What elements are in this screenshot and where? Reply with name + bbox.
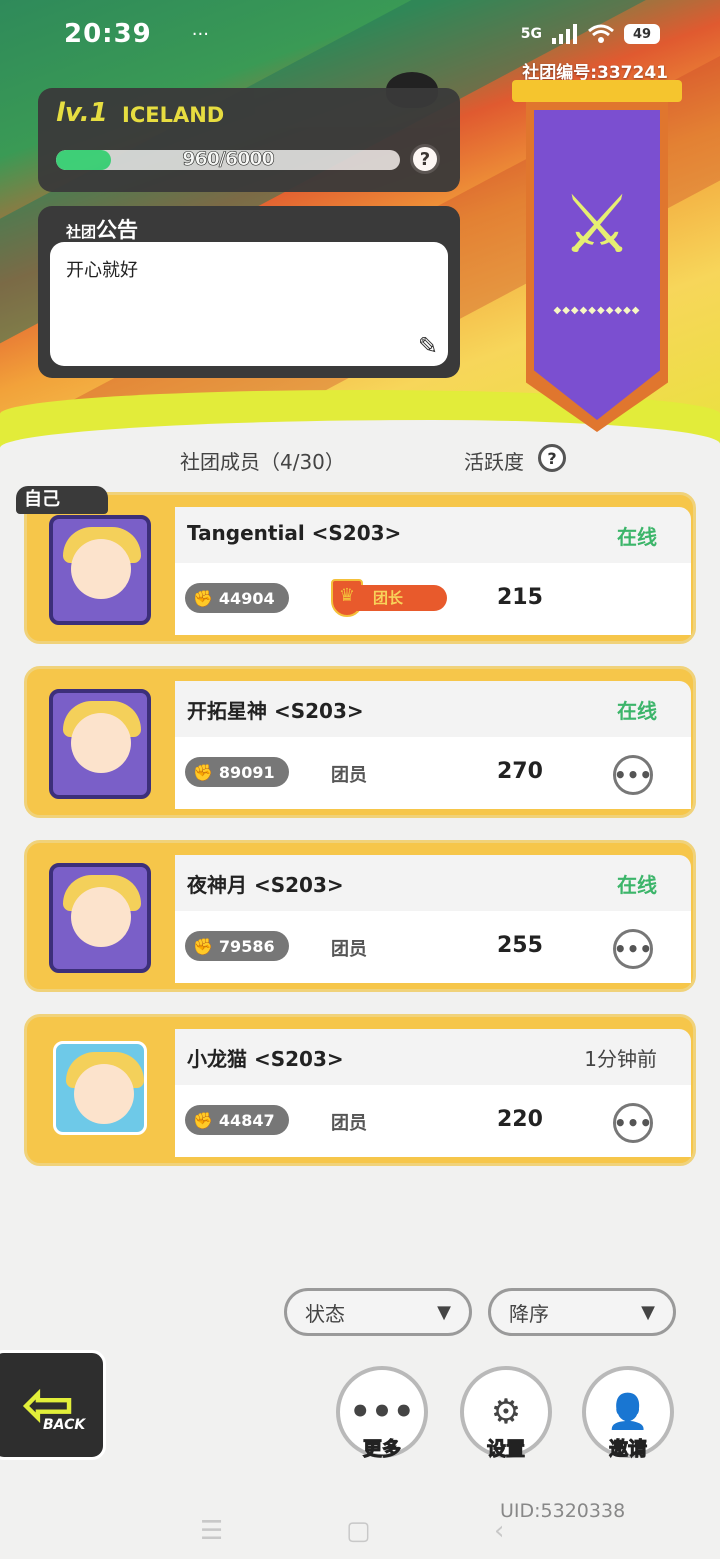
avatar[interactable] [49, 515, 151, 625]
member-name: Tangential <S203> [187, 521, 402, 545]
power-value: 79586 [218, 936, 275, 956]
member-status: 1分钟前 [584, 1047, 657, 1071]
member-status: 在线 [617, 525, 657, 549]
leader-badge: ♛ 团长 [331, 579, 447, 617]
fist-icon: ✊ [193, 1110, 213, 1130]
activity-score: 270 [497, 759, 543, 784]
members-count-label: 社团成员（4/30） [180, 450, 345, 474]
club-name: ICELAND [122, 103, 225, 127]
status-filter-dropdown[interactable]: 状态 ▼ [284, 1288, 472, 1336]
fist-icon: ✊ [193, 762, 213, 782]
back-nav-icon[interactable]: ‹ [494, 1516, 504, 1546]
order-filter-dropdown[interactable]: 降序 ▼ [488, 1288, 676, 1336]
network-icon: 5G [520, 26, 542, 42]
club-level-panel: lv.1 ICELAND 960/6000 ? [38, 88, 460, 192]
back-label: BACK [43, 1417, 86, 1433]
club-banner: ⚔ ◆◆◆◆◆◆◆◆◆◆ [512, 80, 682, 440]
edit-icon[interactable]: ✎ [418, 332, 438, 360]
activity-score: 220 [497, 1107, 543, 1132]
back-button[interactable]: ⇦ BACK [0, 1350, 106, 1460]
club-notice-panel: 社团公告 开心就好 ✎ [38, 206, 460, 378]
more-icon: ••• [349, 1392, 415, 1432]
chevron-down-icon: ▼ [437, 1301, 451, 1323]
club-level: lv.1 [56, 98, 108, 128]
notice-box: 开心就好 ✎ [50, 242, 448, 366]
xp-text: 960/6000 [182, 148, 275, 171]
activity-label: 活跃度 [464, 450, 524, 474]
gear-icon: ⚙ [490, 1392, 522, 1432]
status-filter-label: 状态 [305, 1301, 345, 1326]
member-card[interactable]: Tangential <S203> 在线 ✊ 44904 ♛ 团长 215 [24, 492, 696, 644]
avatar-face [71, 539, 131, 599]
banner-rod [512, 80, 682, 102]
signal-icon [552, 24, 577, 44]
power-badge: ✊ 44847 [185, 1105, 289, 1135]
member-more-button[interactable]: ••• [613, 755, 653, 795]
self-tag: 自己 [16, 486, 108, 514]
menu-icon[interactable]: ☰ [200, 1516, 223, 1546]
member-card[interactable]: 开拓星神 <S203> 在线 ✊ 89091 团员 270 ••• [24, 666, 696, 818]
role-label: 团员 [331, 939, 367, 960]
power-badge: ✊ 89091 [185, 757, 289, 787]
settings-label: 设置 [486, 1438, 525, 1461]
avatar[interactable] [49, 689, 151, 799]
member-name: 小龙猫 <S203> [187, 1047, 344, 1071]
status-time: 20:39 [64, 19, 152, 49]
power-value: 44904 [218, 588, 275, 608]
power-badge: ✊ 79586 [185, 931, 289, 961]
avatar-face [71, 887, 131, 947]
avatar[interactable] [53, 1041, 147, 1135]
power-value: 44847 [218, 1110, 275, 1130]
member-card[interactable]: 夜神月 <S203> 在线 ✊ 79586 团员 255 ••• [24, 840, 696, 992]
role-label: 团长 [357, 585, 447, 611]
avatar-face [74, 1064, 134, 1124]
power-badge: ✊ 44904 [185, 583, 289, 613]
add-user-icon: 👤 [606, 1392, 650, 1432]
avatar-face [71, 713, 131, 773]
order-filter-label: 降序 [509, 1301, 549, 1326]
fist-icon: ✊ [193, 588, 213, 608]
banner-dots: ◆◆◆◆◆◆◆◆◆◆ [553, 305, 641, 316]
system-nav-bar: ☰ ▢ ‹ [0, 1516, 720, 1546]
activity-score: 215 [497, 585, 543, 610]
activity-score: 255 [497, 933, 543, 958]
invite-label: 邀请 [608, 1438, 647, 1461]
notice-content: 开心就好 [66, 260, 138, 281]
club-emblem-icon: ⚔ [561, 178, 633, 271]
member-status: 在线 [617, 873, 657, 897]
more-label: 更多 [362, 1438, 401, 1461]
battery-icon: 49 [624, 24, 660, 44]
fist-icon: ✊ [193, 936, 213, 956]
members-header: 社团成员（4/30） 活跃度 ? [0, 444, 720, 476]
level-help-button[interactable]: ? [410, 144, 440, 174]
member-status: 在线 [617, 699, 657, 723]
role-label: 团员 [331, 765, 367, 786]
activity-help-button[interactable]: ? [538, 444, 566, 472]
role-label: 团员 [331, 1113, 367, 1134]
power-value: 89091 [218, 762, 275, 782]
member-more-button[interactable]: ••• [613, 1103, 653, 1143]
member-more-button[interactable]: ••• [613, 929, 653, 969]
chevron-down-icon: ▼ [641, 1301, 655, 1323]
member-name: 夜神月 <S203> [187, 873, 344, 897]
status-bar: 20:39 ··· 5G 49 [64, 16, 660, 52]
avatar[interactable] [49, 863, 151, 973]
home-icon[interactable]: ▢ [346, 1516, 371, 1546]
status-icons: 5G 49 [521, 24, 660, 44]
member-name: 开拓星神 <S203> [187, 699, 364, 723]
member-card[interactable]: 小龙猫 <S203> 1分钟前 ✊ 44847 团员 220 ••• [24, 1014, 696, 1166]
notice-title: 社团公告 [66, 218, 139, 242]
status-more: ··· [191, 23, 209, 45]
wifi-icon [588, 24, 614, 43]
